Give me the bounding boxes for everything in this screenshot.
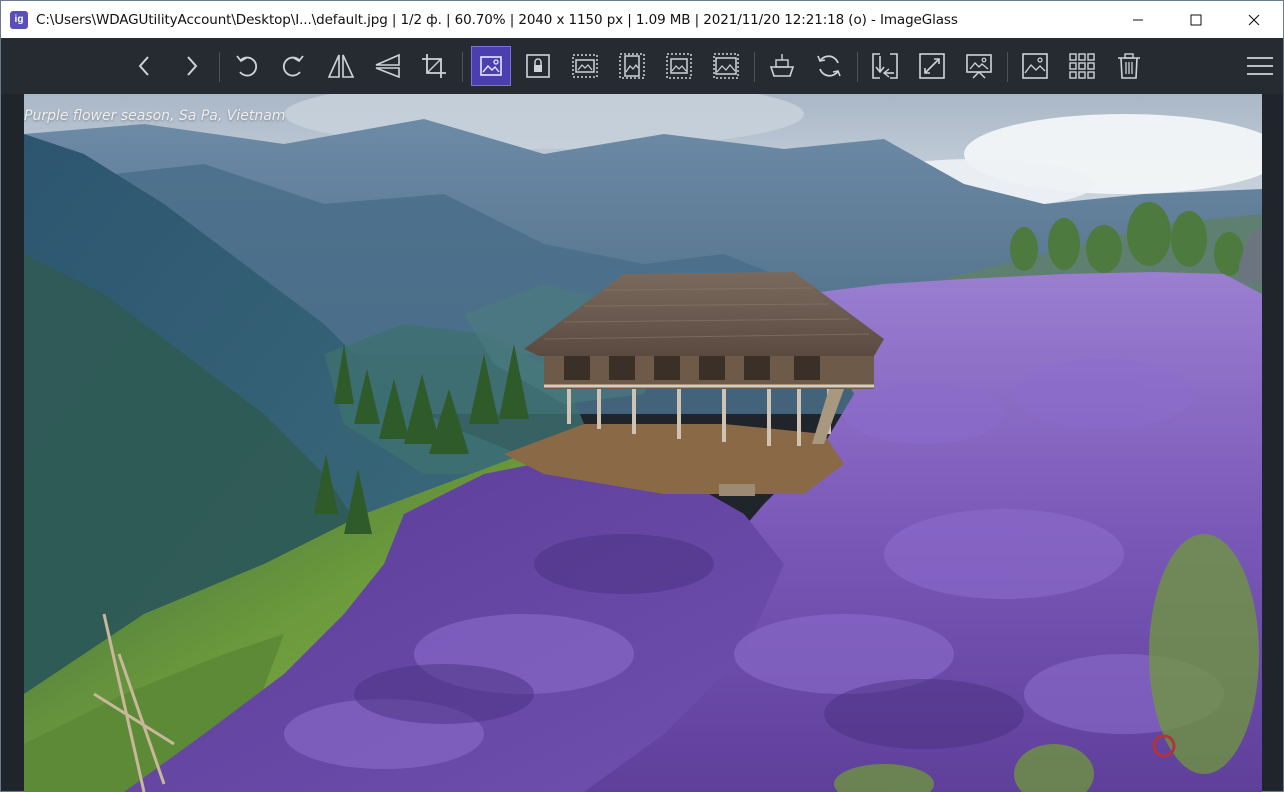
minimize-button[interactable] [1109, 1, 1167, 38]
imageglass-app-icon[interactable]: ig [10, 10, 28, 29]
image-viewer[interactable]: Purple flower season, Sa Pa, Vietnam [0, 94, 1284, 792]
chevron-left-icon [138, 56, 149, 76]
slideshow-icon [966, 54, 992, 79]
scale-to-width-button[interactable] [565, 46, 605, 86]
goto-icon [872, 53, 898, 79]
hamburger-menu-icon [1247, 57, 1273, 75]
close-button[interactable] [1225, 1, 1283, 38]
main-menu-button[interactable] [1240, 46, 1280, 86]
flip-horizontal-button[interactable] [321, 46, 361, 86]
image-caption: Purple flower season, Sa Pa, Vietnam [24, 108, 286, 124]
window-controls [1109, 1, 1283, 38]
open-with-button[interactable] [762, 46, 802, 86]
scale-to-fill-button[interactable] [706, 46, 746, 86]
chevron-right-icon [187, 56, 198, 76]
fullscreen-button[interactable] [912, 46, 952, 86]
previous-image-button[interactable] [125, 46, 165, 86]
maximize-button[interactable] [1167, 1, 1225, 38]
rotate-right-icon [282, 55, 304, 77]
title-bar: ig C:\Users\WDAGUtilityAccount\Desktop\I… [0, 0, 1284, 38]
grid-icon [1069, 53, 1095, 79]
scale-to-fit-button[interactable] [659, 46, 699, 86]
toolbar-separator [754, 52, 755, 82]
scale-width-icon [572, 54, 598, 78]
auto-zoom-button[interactable] [471, 46, 511, 86]
scale-height-icon [619, 53, 645, 79]
maximize-icon [1190, 14, 1202, 25]
toolbar-separator [462, 52, 463, 82]
minimize-icon [1133, 19, 1143, 20]
fullscreen-icon [919, 53, 945, 79]
rotate-right-button[interactable] [273, 46, 313, 86]
toolbar-separator [857, 52, 858, 82]
toolbar-separator [219, 52, 220, 82]
flip-vertical-icon [375, 53, 400, 79]
close-icon [1248, 14, 1260, 25]
slideshow-button[interactable] [959, 46, 999, 86]
window-title: C:\Users\WDAGUtilityAccount\Desktop\I...… [36, 11, 958, 28]
displayed-photo[interactable] [24, 94, 1262, 792]
open-with-icon [769, 54, 795, 77]
photo-landscape-illustration [24, 94, 1262, 792]
scale-fill-icon [713, 53, 739, 79]
auto-zoom-icon [480, 56, 502, 76]
lock-zoom-icon [526, 54, 550, 78]
scale-to-height-button[interactable] [612, 46, 652, 86]
rotate-left-button[interactable] [227, 46, 267, 86]
scale-fit-icon [666, 53, 692, 79]
flip-vertical-button[interactable] [367, 46, 407, 86]
thumbnail-bar-button[interactable] [1015, 46, 1055, 86]
crop-icon [422, 54, 446, 78]
checkerboard-button[interactable] [1062, 46, 1102, 86]
crop-button[interactable] [414, 46, 454, 86]
rotate-left-icon [236, 55, 258, 77]
next-image-button[interactable] [171, 46, 211, 86]
flip-horizontal-icon [327, 54, 355, 78]
refresh-icon [817, 55, 841, 77]
lock-zoom-button[interactable] [518, 46, 558, 86]
trash-icon [1118, 53, 1140, 79]
app-icon-glyph: ig [14, 14, 24, 25]
toolbar [0, 38, 1284, 94]
delete-button[interactable] [1109, 46, 1149, 86]
toolbar-separator [1007, 52, 1008, 82]
goto-image-button[interactable] [865, 46, 905, 86]
thumbnail-icon [1022, 53, 1048, 79]
refresh-button[interactable] [809, 46, 849, 86]
